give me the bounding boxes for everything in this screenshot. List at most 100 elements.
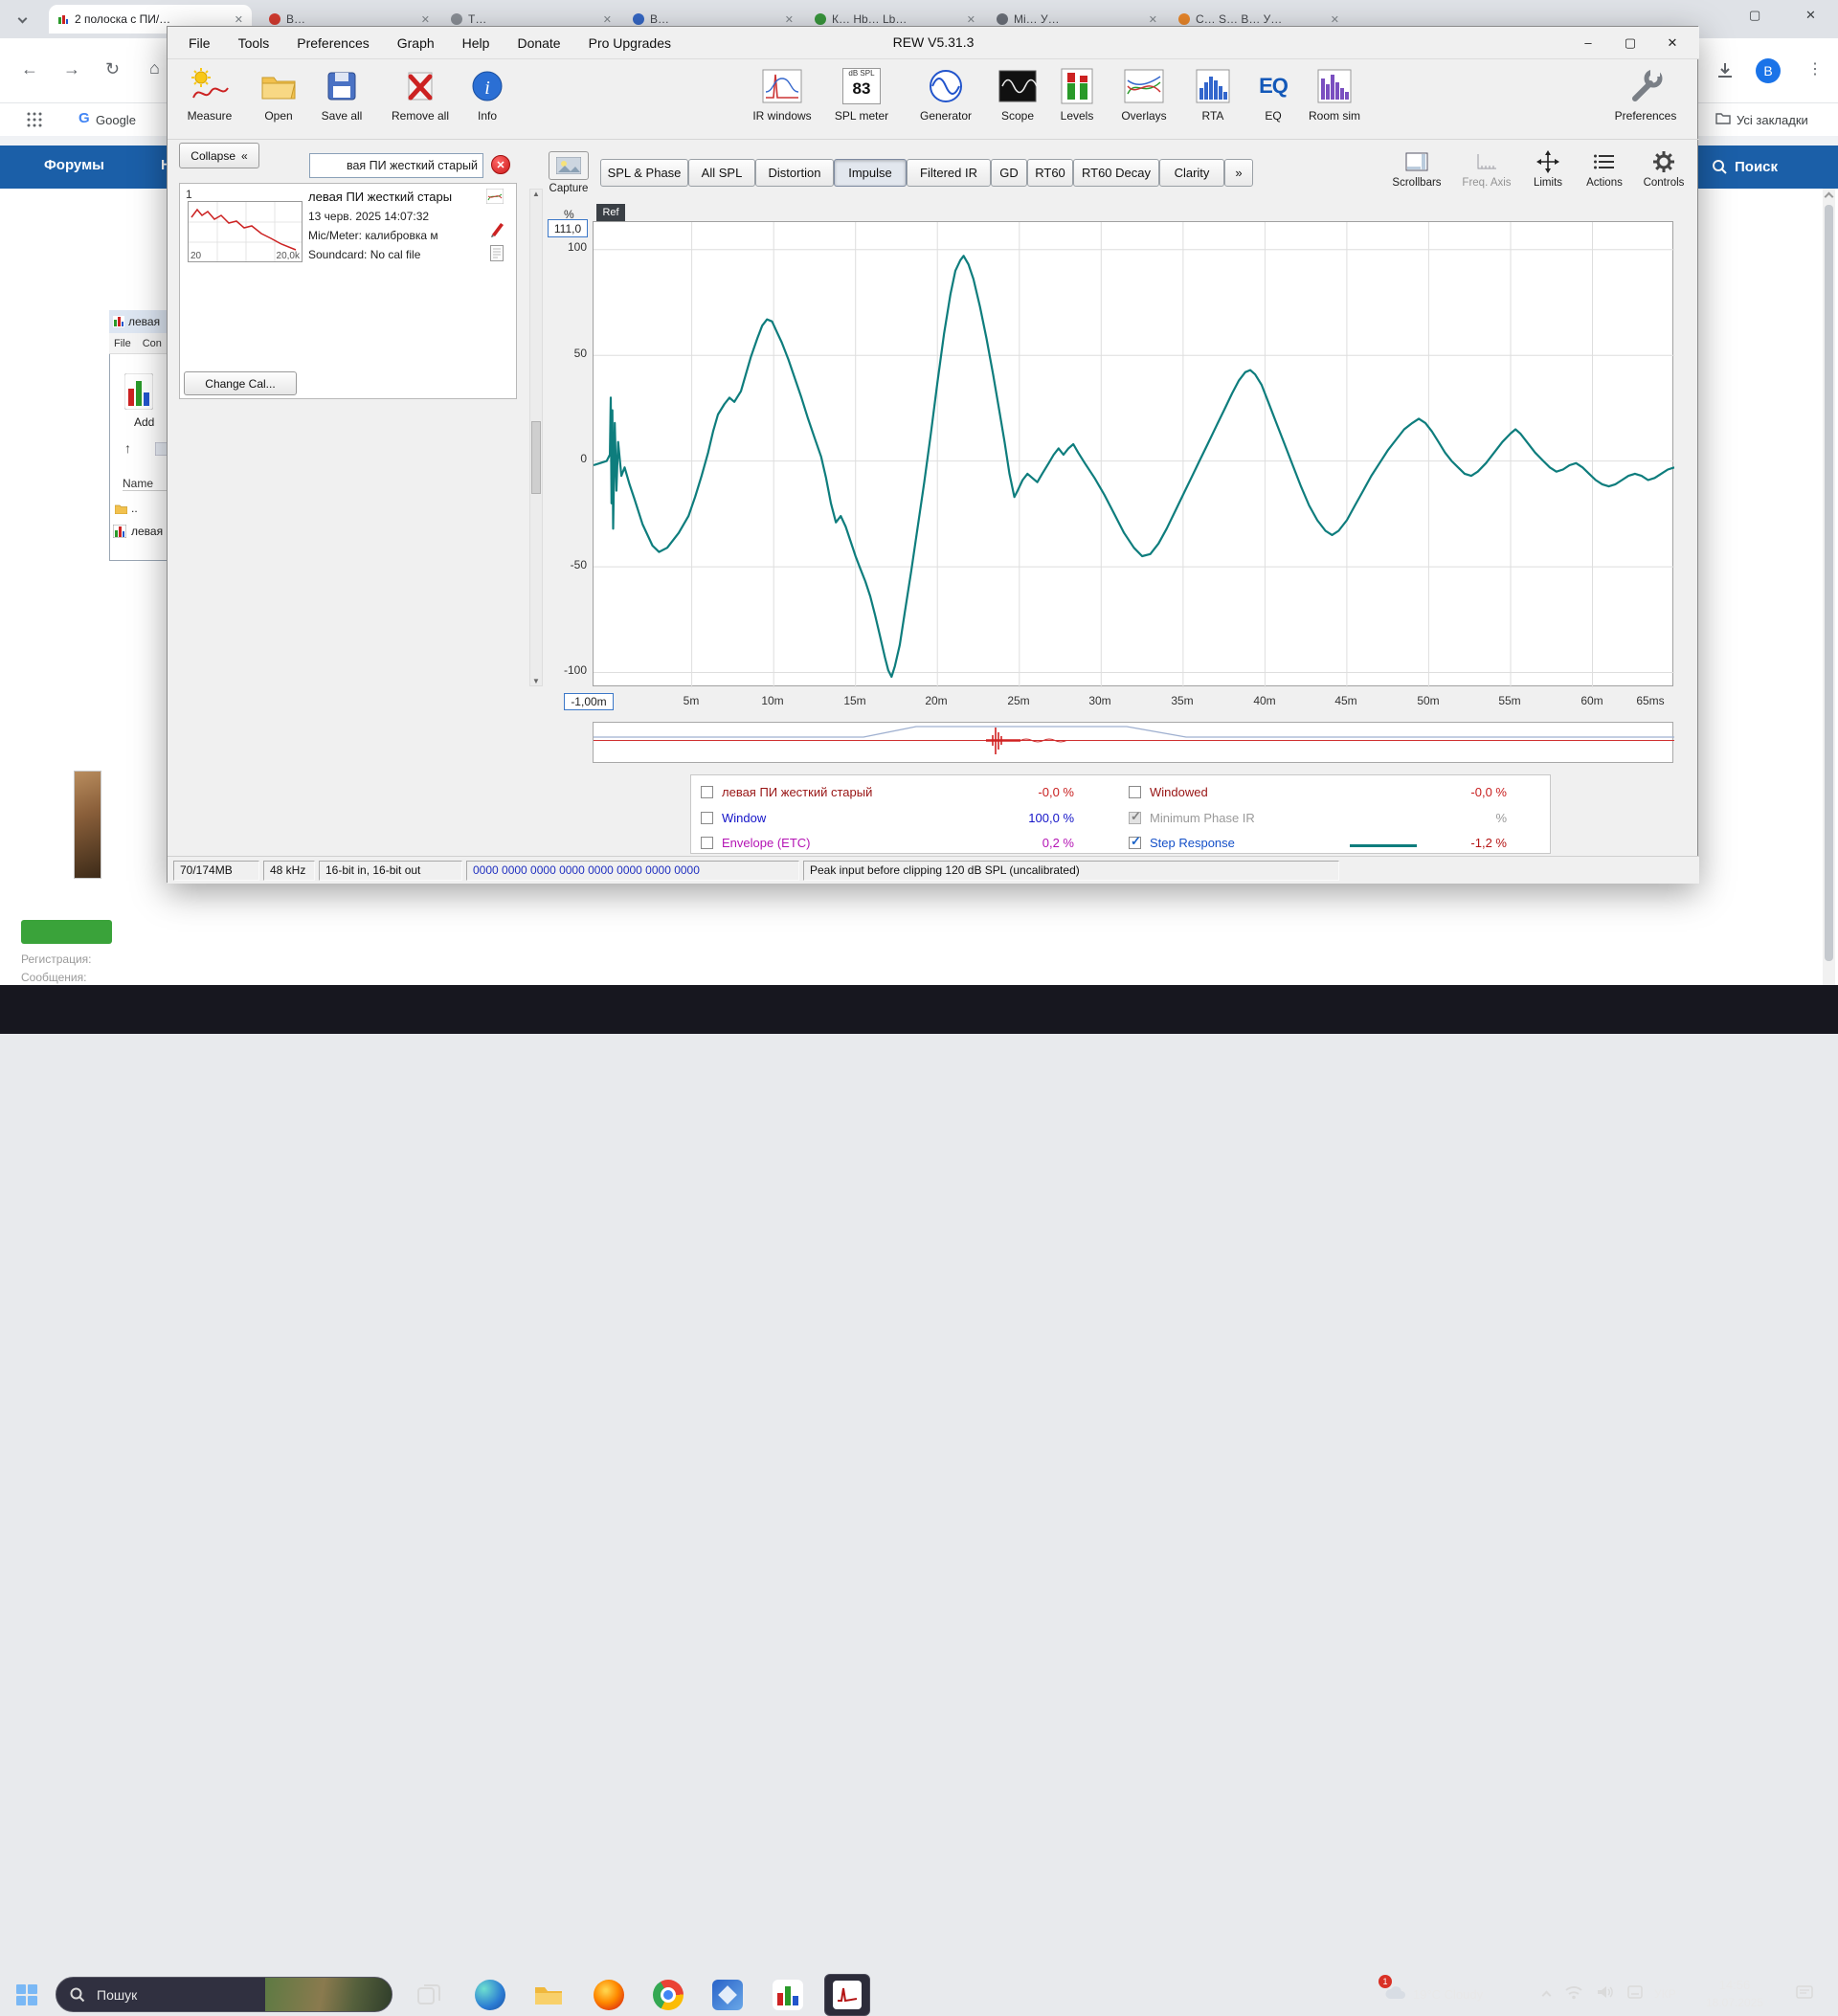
open-button[interactable]: Open (248, 64, 309, 123)
tab-impulse[interactable]: Impulse (834, 159, 907, 187)
measurement-name[interactable]: левая ПИ жесткий стары (308, 190, 452, 204)
measurement-close-icon[interactable]: ✕ (491, 155, 510, 174)
scrollbar-down-icon[interactable]: ▼ (532, 677, 540, 685)
info-button[interactable]: i Info (462, 64, 512, 123)
tab-distortion[interactable]: Distortion (755, 159, 834, 187)
volume-icon[interactable] (1597, 1984, 1614, 2000)
scrollbars-control[interactable]: Scrollbars (1379, 148, 1454, 189)
levels-app-icon[interactable] (773, 1980, 803, 2010)
ir-windows-button[interactable]: IR windows (746, 64, 818, 123)
notification-icon[interactable] (1796, 1985, 1813, 2001)
menu-donate[interactable]: Donate (515, 35, 562, 51)
measure-button[interactable]: Measure (179, 64, 240, 123)
menu-graph[interactable]: Graph (395, 35, 437, 51)
panel-scrollbar[interactable]: ▲ ▼ (529, 189, 543, 686)
browser-menu-icon[interactable]: ⋮ (1807, 59, 1823, 78)
legend-checkbox-envelope[interactable] (701, 837, 713, 849)
menu-preferences[interactable]: Preferences (295, 35, 370, 51)
tab-close-icon[interactable]: ✕ (421, 13, 430, 26)
legend-checkbox-window[interactable] (701, 812, 713, 824)
task-view-icon[interactable] (416, 1982, 441, 2007)
wifi-icon[interactable] (1564, 1984, 1583, 2000)
measurement-chart-icon[interactable] (486, 189, 504, 204)
bookmark-google[interactable]: Google (96, 113, 136, 127)
eq-button[interactable]: EQ EQ (1256, 64, 1290, 123)
tray-expand-icon[interactable] (1542, 1991, 1552, 2001)
mini-up-icon[interactable]: ↑ (124, 440, 131, 456)
tab-close-icon[interactable]: ✕ (603, 13, 612, 26)
forward-icon[interactable]: → (63, 59, 80, 79)
menu-file[interactable]: File (187, 35, 213, 51)
legend-checkbox-step-response[interactable] (1129, 837, 1141, 849)
tab-rt60[interactable]: RT60 (1027, 159, 1073, 187)
maximize-button[interactable]: ▢ (1609, 27, 1651, 58)
browser-close-icon[interactable]: ✕ (1805, 8, 1816, 23)
forum-header[interactable]: Форумы (44, 157, 104, 173)
overlays-button[interactable]: Overlays (1114, 64, 1174, 123)
mini-add-label[interactable]: Add (134, 415, 154, 429)
menu-help[interactable]: Help (460, 35, 492, 51)
capture-button[interactable] (549, 151, 589, 180)
info-page-icon[interactable] (490, 245, 504, 261)
tab-all-spl[interactable]: All SPL (688, 159, 755, 187)
forum-search-label[interactable]: Поиск (1735, 159, 1778, 175)
tab-close-icon[interactable]: ✕ (967, 13, 975, 26)
weather-text[interactable]: 19°C Cloudy (1413, 1987, 1483, 2002)
language-indicator[interactable]: УКР (1654, 1987, 1676, 2001)
scrollbar-thumb[interactable] (531, 421, 541, 494)
tab-clarity[interactable]: Clarity (1159, 159, 1224, 187)
mini-row-file[interactable]: левая (131, 525, 163, 538)
menu-pro-upgrades[interactable]: Pro Upgrades (587, 35, 673, 51)
chrome-icon[interactable] (653, 1980, 684, 2010)
photos-icon[interactable] (712, 1980, 743, 2010)
folder-icon[interactable] (533, 1980, 564, 2010)
tab-gd[interactable]: GD (991, 159, 1027, 187)
download-icon[interactable] (1715, 61, 1735, 80)
mini-name-header[interactable]: Name (123, 477, 172, 491)
scope-button[interactable]: Scope (994, 64, 1042, 123)
mini-menu-con[interactable]: Con (143, 338, 162, 349)
weather-cloud-icon[interactable] (1384, 1984, 1407, 2002)
legend-checkbox-windowed[interactable] (1129, 786, 1141, 798)
tab-spl-phase[interactable]: SPL & Phase (600, 159, 688, 187)
generator-button[interactable]: Generator (912, 64, 979, 123)
preferences-button[interactable]: Preferences (1607, 64, 1684, 123)
x-axis-first-value[interactable]: -1,00m (564, 693, 614, 710)
levels-button[interactable]: Levels (1054, 64, 1100, 123)
tab-more[interactable]: » (1224, 159, 1253, 187)
menu-tools[interactable]: Tools (236, 35, 272, 51)
apps-grid-icon[interactable] (27, 112, 42, 127)
search-highlight-image[interactable] (265, 1977, 392, 2012)
all-bookmarks[interactable]: Усі закладки (1737, 113, 1808, 127)
spl-meter-button[interactable]: dB SPL 83 SPL meter (831, 64, 892, 123)
browser-maximize-icon[interactable]: ▢ (1749, 8, 1760, 23)
impulse-plot[interactable] (593, 221, 1673, 686)
remove-all-button[interactable]: Remove all (380, 64, 460, 123)
pen-icon[interactable] (1627, 1985, 1643, 1999)
tab-filtered-ir[interactable]: Filtered IR (907, 159, 991, 187)
minimize-button[interactable]: – (1567, 27, 1609, 58)
clock[interactable]: 14:56 18.07.2025 (1691, 1977, 1779, 2011)
tab-close-icon[interactable]: ✕ (1149, 13, 1157, 26)
home-icon[interactable]: ⌂ (149, 58, 160, 78)
measurement-tab-field[interactable]: вая ПИ жесткий старый (309, 153, 483, 178)
forum-search-icon[interactable] (1712, 159, 1728, 175)
room-sim-button[interactable]: Room sim (1304, 64, 1365, 123)
legend-checkbox-min-phase[interactable] (1129, 812, 1141, 824)
change-cal-button[interactable]: Change Cal... (184, 371, 297, 395)
tab-rt60-decay[interactable]: RT60 Decay (1073, 159, 1159, 187)
legend-checkbox-measurement[interactable] (701, 786, 713, 798)
mini-menu-file[interactable]: File (114, 338, 131, 349)
refresh-icon[interactable]: ↻ (105, 59, 120, 79)
forum-green-button[interactable] (21, 920, 112, 944)
start-button[interactable] (15, 1983, 38, 2006)
firefox-icon[interactable] (594, 1980, 624, 2010)
ir-overview-strip[interactable] (593, 722, 1673, 763)
measurement-thumbnail[interactable]: 20 20,0k (188, 201, 303, 262)
mini-row-up[interactable]: .. (131, 502, 138, 515)
back-icon[interactable]: ← (21, 59, 38, 79)
avatar[interactable]: B (1756, 58, 1781, 83)
rta-button[interactable]: RTA (1194, 64, 1232, 123)
taskbar-search[interactable]: Пошук (56, 1977, 392, 2012)
controls-control[interactable]: Controls (1626, 148, 1701, 189)
